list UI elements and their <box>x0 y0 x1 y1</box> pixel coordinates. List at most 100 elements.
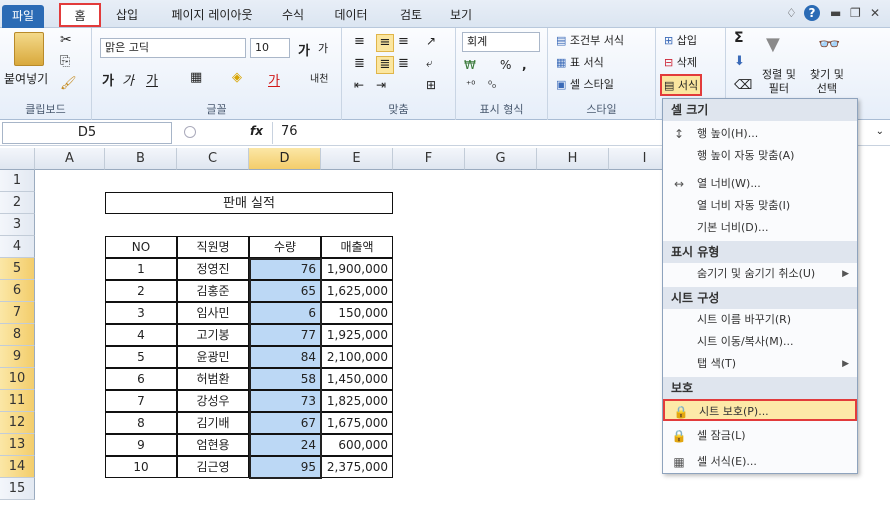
increase-decimal-icon[interactable]: ⁺⁰ <box>466 80 475 91</box>
cell-no[interactable]: 5 <box>105 346 177 368</box>
tab-page-layout[interactable]: 페이지 레이아웃 <box>158 4 266 28</box>
cell-no[interactable]: 1 <box>105 258 177 280</box>
formula-input[interactable]: 76 <box>272 122 672 144</box>
align-bottom-icon[interactable]: ≡ <box>398 34 416 52</box>
number-format-select[interactable]: 회계 <box>462 32 540 52</box>
cell-sales[interactable]: 1,925,000 <box>321 324 393 346</box>
cell-name[interactable]: 김홍준 <box>177 280 249 302</box>
row-header-10[interactable]: 10 <box>0 368 35 390</box>
insert-cells-button[interactable]: ⊞ 삽입 <box>664 32 697 48</box>
cell-name[interactable]: 윤광민 <box>177 346 249 368</box>
autosum-button[interactable]: Σ <box>734 30 744 46</box>
column-header-h[interactable]: H <box>537 148 609 170</box>
sort-filter-button[interactable]: 정렬 및 필터 <box>762 68 796 96</box>
restore-icon[interactable]: ❐ <box>850 6 861 20</box>
fill-color-icon[interactable]: ◈ <box>232 70 242 85</box>
shrink-font-button[interactable]: 가 <box>318 40 328 56</box>
decrease-indent-icon[interactable]: ⇤ <box>354 78 364 92</box>
row-header-6[interactable]: 6 <box>0 280 35 302</box>
cut-icon[interactable]: ✂ <box>60 32 72 48</box>
cell-no[interactable]: 4 <box>105 324 177 346</box>
expand-formula-icon[interactable]: ⌄ <box>876 126 884 137</box>
find-select-icon[interactable]: 👓 <box>818 34 840 55</box>
cell-sales[interactable]: 1,625,000 <box>321 280 393 302</box>
column-header-c[interactable]: C <box>177 148 249 170</box>
menu-item-protect-sheet[interactable]: 🔒 시트 보호(P)... <box>663 399 857 421</box>
column-header-a[interactable]: A <box>35 148 105 170</box>
tab-formulas[interactable]: 수식 <box>272 4 314 28</box>
insert-function-button[interactable]: fx <box>250 124 263 138</box>
align-right-icon[interactable]: ≣ <box>398 56 409 71</box>
menu-item-tab-color[interactable]: 탭 색(T) ▶ <box>663 353 857 375</box>
row-header-7[interactable]: 7 <box>0 302 35 324</box>
row-header-15[interactable]: 15 <box>0 478 35 500</box>
menu-item-move-copy-sheet[interactable]: 시트 이동/복사(M)... <box>663 331 857 353</box>
column-header-e[interactable]: E <box>321 148 393 170</box>
cell-no[interactable]: 2 <box>105 280 177 302</box>
cell-name[interactable]: 엄현용 <box>177 434 249 456</box>
tab-data[interactable]: 데이터 <box>326 4 376 28</box>
tab-insert[interactable]: 삽입 <box>106 4 148 28</box>
header-cell-sales[interactable]: 매출액 <box>321 236 393 258</box>
cell-no[interactable]: 10 <box>105 456 177 478</box>
menu-item-autofit-row[interactable]: 행 높이 자동 맞춤(A) <box>663 145 857 167</box>
row-header-5[interactable]: 5 <box>0 258 35 280</box>
row-header-13[interactable]: 13 <box>0 434 35 456</box>
paste-icon[interactable] <box>14 32 44 66</box>
cell-sales[interactable]: 150,000 <box>321 302 393 324</box>
font-name-select[interactable]: 맑은 고딕 <box>100 38 246 58</box>
header-cell-qty[interactable]: 수량 <box>249 236 321 258</box>
cell-sales[interactable]: 1,825,000 <box>321 390 393 412</box>
sort-filter-icon[interactable]: ▼ <box>766 34 780 55</box>
cell-sales[interactable]: 600,000 <box>321 434 393 456</box>
menu-item-autofit-column[interactable]: 열 너비 자동 맞춤(I) <box>663 195 857 217</box>
menu-item-rename-sheet[interactable]: 시트 이름 바꾸기(R) <box>663 309 857 331</box>
cell-name[interactable]: 정영진 <box>177 258 249 280</box>
minimize-icon[interactable]: ▬ <box>830 6 841 20</box>
menu-item-row-height[interactable]: ↕ 행 높이(H)... <box>663 123 857 145</box>
row-header-1[interactable]: 1 <box>0 170 35 192</box>
header-cell-name[interactable]: 직원명 <box>177 236 249 258</box>
cell-name[interactable]: 김기배 <box>177 412 249 434</box>
bold-button[interactable]: 가 <box>102 70 114 89</box>
cell-name[interactable]: 김근영 <box>177 456 249 478</box>
italic-button[interactable]: 가 <box>122 70 134 89</box>
row-header-9[interactable]: 9 <box>0 346 35 368</box>
tab-review[interactable]: 검토 <box>390 4 432 28</box>
align-middle-icon[interactable]: ≡ <box>376 34 394 52</box>
row-header-4[interactable]: 4 <box>0 236 35 258</box>
tab-view[interactable]: 보기 <box>440 4 482 28</box>
clear-icon[interactable]: ⌫ <box>734 78 752 93</box>
cell-no[interactable]: 9 <box>105 434 177 456</box>
header-cell-no[interactable]: NO <box>105 236 177 258</box>
column-header-g[interactable]: G <box>465 148 537 170</box>
copy-icon[interactable]: ⎘ <box>60 54 70 69</box>
cell-sales[interactable]: 2,100,000 <box>321 346 393 368</box>
menu-item-hide-unhide[interactable]: 숨기기 및 숨기기 취소(U) ▶ <box>663 263 857 285</box>
align-left-icon[interactable]: ≣ <box>354 56 365 71</box>
align-center-icon[interactable]: ≣ <box>376 56 394 74</box>
cell-name[interactable]: 허범환 <box>177 368 249 390</box>
name-box-handle-icon[interactable] <box>184 126 196 138</box>
tab-home[interactable]: 홈 <box>59 3 101 27</box>
font-size-select[interactable]: 10 <box>250 38 290 58</box>
find-select-button[interactable]: 찾기 및 선택 <box>810 68 844 96</box>
format-as-table-button[interactable]: ▦ 표 서식 <box>556 54 604 70</box>
row-header-2[interactable]: 2 <box>0 192 35 214</box>
row-header-11[interactable]: 11 <box>0 390 35 412</box>
menu-item-lock-cell[interactable]: 🔒 셀 잠금(L) <box>663 425 857 447</box>
comma-button[interactable]: , <box>522 58 527 72</box>
cell-name[interactable]: 강성우 <box>177 390 249 412</box>
row-header-12[interactable]: 12 <box>0 412 35 434</box>
wrap-text-icon[interactable]: ⤶ <box>426 56 433 71</box>
cell-no[interactable]: 8 <box>105 412 177 434</box>
row-header-8[interactable]: 8 <box>0 324 35 346</box>
cell-sales[interactable]: 2,375,000 <box>321 456 393 478</box>
cell-no[interactable]: 7 <box>105 390 177 412</box>
menu-item-format-cells[interactable]: ▦ 셀 서식(E)... <box>663 451 857 473</box>
row-header-14[interactable]: 14 <box>0 456 35 478</box>
align-top-icon[interactable]: ≡ <box>354 34 372 52</box>
column-header-f[interactable]: F <box>393 148 465 170</box>
increase-indent-icon[interactable]: ⇥ <box>376 78 386 92</box>
cell-styles-button[interactable]: ▣ 셀 스타일 <box>556 76 614 92</box>
